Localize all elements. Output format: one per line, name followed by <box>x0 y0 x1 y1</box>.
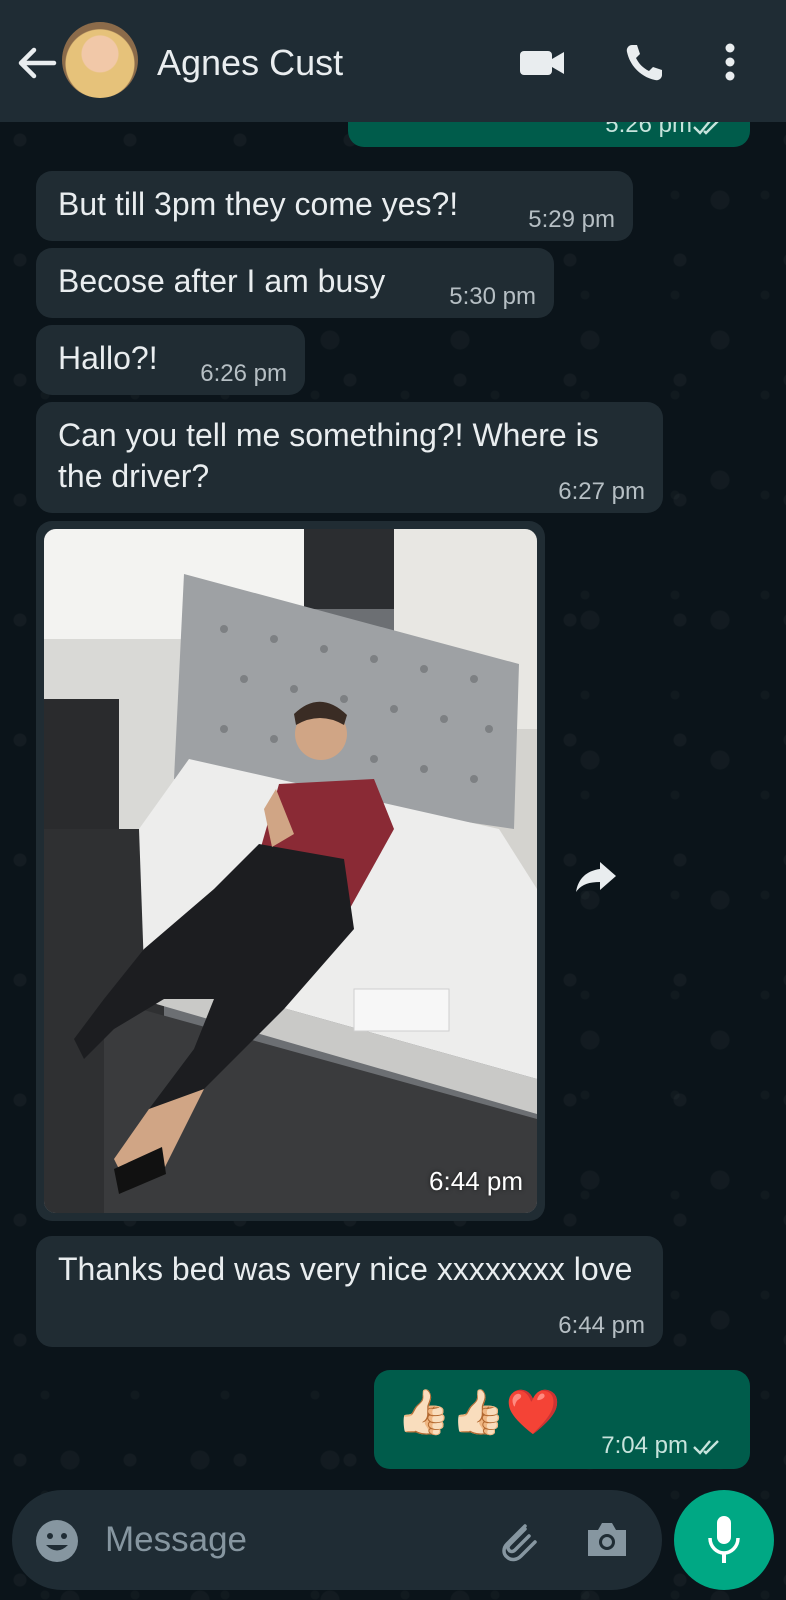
message-composer: Message <box>12 1490 662 1590</box>
back-arrow-icon[interactable] <box>14 40 60 86</box>
message-text: Becose after I am busy <box>58 263 386 299</box>
message-bubble-incoming[interactable]: Can you tell me something?! Where is the… <box>36 402 663 513</box>
mic-icon <box>708 1516 740 1563</box>
photo-time: 6:44 pm <box>429 1166 523 1196</box>
camera-icon[interactable] <box>584 1518 630 1560</box>
contact-avatar[interactable] <box>62 22 138 98</box>
message-bubble-incoming[interactable]: Becose after I am busy 5:30 pm <box>36 248 554 318</box>
more-options-icon[interactable] <box>722 42 738 82</box>
message-bubble-outgoing[interactable]: 👍🏻👍🏻❤️ 7:04 pm <box>374 1370 750 1469</box>
message-input[interactable]: Message <box>105 1520 247 1560</box>
message-time: 6:27 pm <box>558 478 645 505</box>
mic-button[interactable] <box>674 1490 774 1590</box>
attach-icon[interactable] <box>495 1516 539 1564</box>
contact-name[interactable]: Agnes Cust <box>157 42 343 84</box>
photo-image[interactable]: 6:44 pm <box>44 529 537 1213</box>
message-time: 6:26 pm <box>200 360 287 387</box>
chat-header: Agnes Cust <box>0 0 786 122</box>
forward-icon[interactable] <box>570 848 626 904</box>
message-bubble-incoming[interactable]: Hallo?! 6:26 pm <box>36 325 305 395</box>
message-text: 👍🏻👍🏻❤️ <box>396 1388 561 1437</box>
message-bubble-incoming[interactable]: But till 3pm they come yes?! 5:29 pm <box>36 171 633 241</box>
message-time: 6:44 pm <box>558 1312 645 1339</box>
bed-photo-illustration <box>44 529 537 1213</box>
message-bubble-incoming[interactable]: Thanks bed was very nice xxxxxxxx love 6… <box>36 1236 663 1347</box>
message-time: 5:29 pm <box>528 206 615 233</box>
message-text: Hallo?! <box>58 340 158 376</box>
voice-call-icon[interactable] <box>623 42 665 82</box>
message-time: 5:30 pm <box>449 283 536 310</box>
emoji-icon[interactable] <box>34 1518 80 1564</box>
message-text: Thanks bed was very nice xxxxxxxx love <box>58 1251 633 1287</box>
double-check-icon <box>693 1440 719 1455</box>
photo-message[interactable]: 6:44 pm <box>36 521 545 1221</box>
message-time: 7:04 pm <box>601 1432 688 1459</box>
message-text: But till 3pm they come yes?! <box>58 186 459 222</box>
video-call-icon[interactable] <box>518 42 566 82</box>
